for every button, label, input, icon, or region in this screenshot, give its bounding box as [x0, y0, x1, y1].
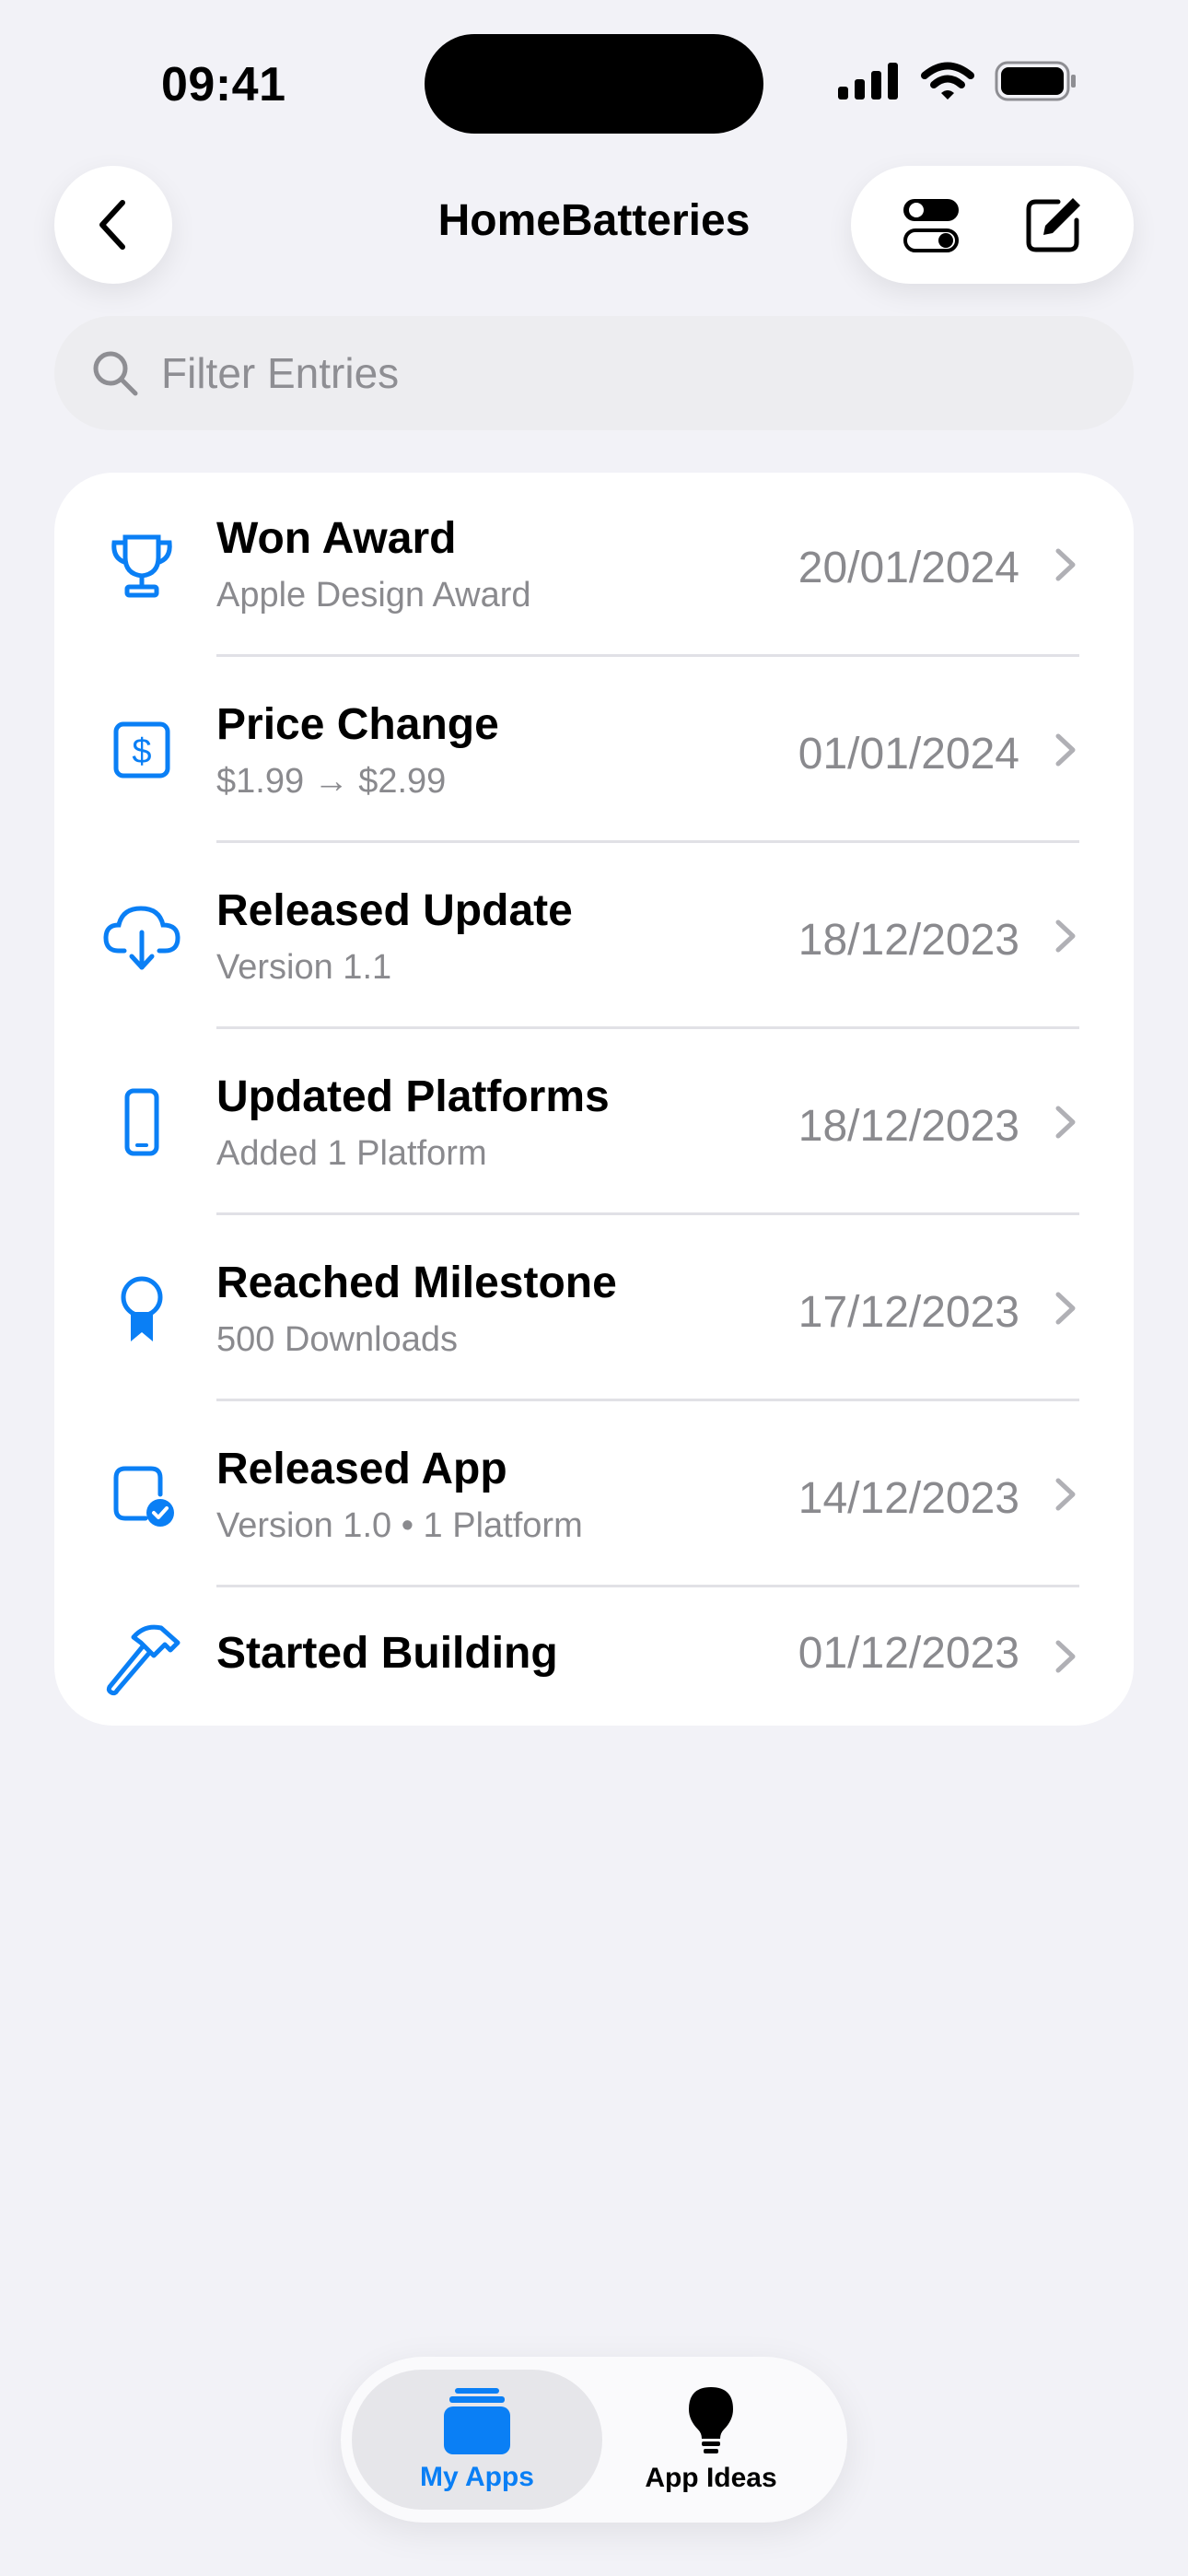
chevron-right-icon — [1055, 1106, 1076, 1139]
stack-icon — [444, 2388, 510, 2454]
list-item[interactable]: Updated Platforms Added 1 Platform 18/12… — [54, 1029, 1134, 1215]
entry-title: Released Update — [216, 886, 573, 935]
entry-date: 18/12/2023 — [798, 916, 1019, 965]
chevron-right-icon — [1055, 919, 1076, 953]
status-icons — [838, 61, 1077, 101]
entries-list: Won Award Apple Design Award 20/01/2024 … — [54, 473, 1134, 1726]
entry-subtitle: Apple Design Award — [216, 576, 531, 615]
dynamic-island — [425, 34, 763, 134]
compose-icon — [1026, 198, 1081, 252]
search-bar[interactable] — [54, 316, 1134, 430]
entry-date: 17/12/2023 — [798, 1288, 1019, 1337]
entry-date: 20/01/2024 — [798, 544, 1019, 592]
filter-toggle-button[interactable] — [880, 174, 982, 275]
entry-subtitle: Version 1.1 — [216, 948, 392, 987]
compose-button[interactable] — [1003, 174, 1104, 275]
entry-subtitle: $1.99 → $2.99 — [216, 762, 447, 801]
chevron-right-icon — [1055, 548, 1076, 581]
entry-title: Won Award — [216, 514, 457, 563]
search-input[interactable] — [159, 347, 1084, 399]
tab-label: App Ideas — [645, 2463, 777, 2493]
entry-date: 01/01/2024 — [798, 730, 1019, 779]
app-checkmark-icon — [91, 1444, 192, 1545]
toggles-icon — [903, 199, 959, 252]
chevron-right-icon — [1055, 1478, 1076, 1511]
chevron-right-icon — [1055, 1292, 1076, 1325]
tab-my-apps[interactable]: My Apps — [357, 2357, 597, 2523]
search-icon — [93, 351, 138, 396]
svg-text:$: $ — [132, 732, 151, 771]
dollar-sign-icon: $ — [91, 699, 192, 801]
cellular-signal-icon — [838, 63, 898, 100]
lightbulb-icon — [689, 2387, 733, 2453]
entry-title: Price Change — [216, 700, 499, 749]
status-time: 09:41 — [161, 58, 286, 111]
entry-subtitle: Version 1.0 • 1 Platform — [216, 1506, 583, 1545]
entry-title: Started Building — [216, 1629, 558, 1678]
entry-date: 01/12/2023 — [798, 1629, 1019, 1678]
tab-app-ideas[interactable]: App Ideas — [591, 2357, 831, 2523]
wifi-icon — [921, 62, 974, 100]
list-item[interactable]: $ Price Change $1.99 → $2.99 01/01/2024 — [54, 657, 1134, 843]
trophy-icon — [91, 514, 192, 615]
award-ribbon-icon — [91, 1258, 192, 1359]
chevron-right-icon — [1055, 1640, 1076, 1673]
list-item[interactable]: Won Award Apple Design Award 20/01/2024 — [54, 473, 1134, 657]
cloud-download-icon — [91, 885, 192, 987]
battery-icon — [995, 61, 1076, 101]
nav-actions — [851, 166, 1134, 284]
hammer-icon — [91, 1606, 192, 1707]
entry-title: Released App — [216, 1445, 507, 1493]
tab-bar: My Apps App Ideas — [341, 2357, 847, 2523]
tab-label: My Apps — [420, 2462, 534, 2492]
entry-title: Updated Platforms — [216, 1072, 610, 1121]
entry-title: Reached Milestone — [216, 1259, 617, 1307]
entry-subtitle: 500 Downloads — [216, 1320, 458, 1359]
entry-subtitle: Added 1 Platform — [216, 1134, 487, 1173]
list-item[interactable]: Released Update Version 1.1 18/12/2023 — [54, 843, 1134, 1029]
entry-date: 14/12/2023 — [798, 1474, 1019, 1523]
list-item[interactable]: Released App Version 1.0 • 1 Platform 14… — [54, 1401, 1134, 1587]
chevron-right-icon — [1055, 733, 1076, 767]
list-item[interactable]: Started Building 01/12/2023 — [54, 1587, 1134, 1726]
entry-date: 18/12/2023 — [798, 1102, 1019, 1151]
iphone-icon — [91, 1071, 192, 1173]
list-item[interactable]: Reached Milestone 500 Downloads 17/12/20… — [54, 1215, 1134, 1401]
